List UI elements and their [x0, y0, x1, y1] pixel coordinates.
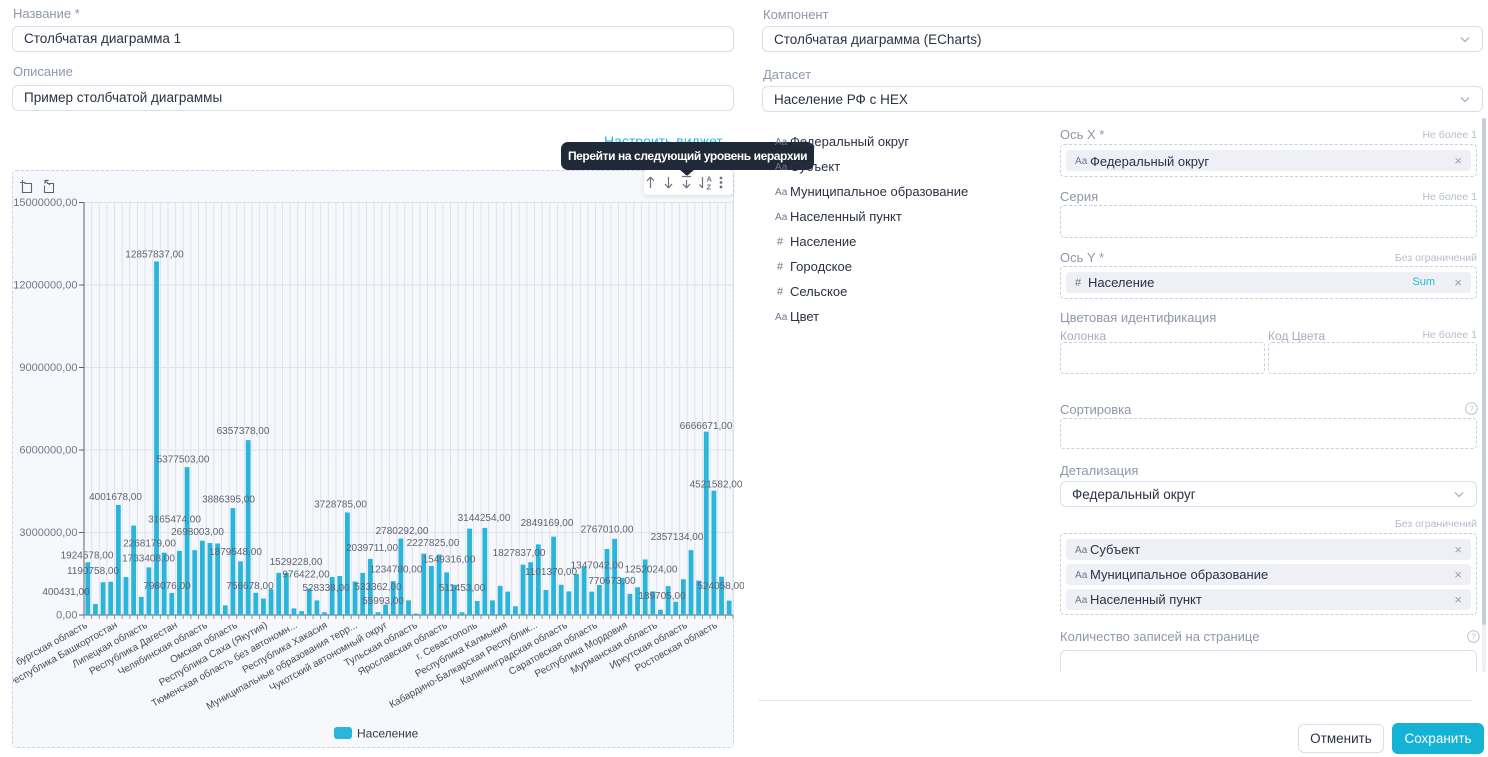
- svg-text:528338,00: 528338,00: [302, 583, 350, 594]
- svg-text:Население: Население: [357, 727, 419, 741]
- svg-text:1827837,00: 1827837,00: [493, 548, 546, 559]
- svg-text:3728785,00: 3728785,00: [314, 500, 367, 511]
- svg-text:12857837,00: 12857837,00: [125, 250, 184, 261]
- svg-text:2357134,00: 2357134,00: [651, 532, 704, 543]
- svg-text:2780292,00: 2780292,00: [376, 526, 429, 537]
- svg-text:15000000,00: 15000000,00: [13, 197, 77, 209]
- svg-text:511453,00: 511453,00: [439, 583, 486, 594]
- svg-text:0,00: 0,00: [56, 610, 77, 622]
- svg-text:9000000,00: 9000000,00: [19, 362, 77, 374]
- svg-text:3165474,00: 3165474,00: [148, 515, 201, 526]
- svg-text:2268179,00: 2268179,00: [123, 539, 176, 550]
- svg-text:1190758,00: 1190758,00: [67, 566, 120, 577]
- svg-text:1347042,00: 1347042,00: [571, 561, 624, 572]
- svg-text:6666671,00: 6666671,00: [680, 421, 733, 432]
- svg-text:1924578,00: 1924578,00: [61, 551, 114, 562]
- svg-text:2039711,00: 2039711,00: [346, 543, 399, 554]
- svg-text:1733408,00: 1733408,00: [122, 554, 175, 565]
- svg-text:770673,00: 770673,00: [588, 576, 636, 587]
- svg-text:3000000,00: 3000000,00: [19, 527, 77, 539]
- svg-text:?: ?: [1471, 631, 1476, 641]
- svg-text:2767010,00: 2767010,00: [581, 525, 634, 536]
- svg-text:189705,00: 189705,00: [638, 591, 686, 602]
- svg-text:1529228,00: 1529228,00: [270, 557, 323, 568]
- svg-text:?: ?: [1469, 403, 1474, 413]
- svg-text:6357378,00: 6357378,00: [217, 426, 270, 437]
- svg-text:2227825,00: 2227825,00: [407, 538, 460, 549]
- svg-text:3886395,00: 3886395,00: [202, 495, 255, 506]
- svg-text:4001678,00: 4001678,00: [89, 492, 142, 503]
- svg-text:5377503,00: 5377503,00: [157, 455, 210, 466]
- svg-text:6000000,00: 6000000,00: [19, 445, 77, 457]
- svg-text:12000000,00: 12000000,00: [13, 280, 77, 292]
- svg-text:1549316,00: 1549316,00: [423, 555, 476, 566]
- svg-text:2698003,00: 2698003,00: [171, 527, 224, 538]
- svg-text:3144254,00: 3144254,00: [458, 513, 511, 524]
- svg-text:2849169,00: 2849169,00: [521, 518, 574, 529]
- svg-text:Z: Z: [707, 183, 712, 192]
- svg-text:1252024,00: 1252024,00: [625, 565, 678, 576]
- svg-text:524058,00: 524058,00: [697, 581, 744, 592]
- svg-text:1234780,00: 1234780,00: [370, 565, 423, 576]
- svg-text:533362,00: 533362,00: [354, 582, 402, 593]
- svg-text:400431,00: 400431,00: [42, 587, 90, 598]
- svg-text:976422,00: 976422,00: [282, 570, 330, 581]
- svg-text:55993,00: 55993,00: [362, 596, 404, 607]
- svg-text:798076,00: 798076,00: [143, 581, 191, 592]
- svg-text:756678,00: 756678,00: [226, 581, 274, 592]
- svg-text:1879548,00: 1879548,00: [209, 547, 262, 558]
- svg-text:4521582,00: 4521582,00: [690, 480, 743, 491]
